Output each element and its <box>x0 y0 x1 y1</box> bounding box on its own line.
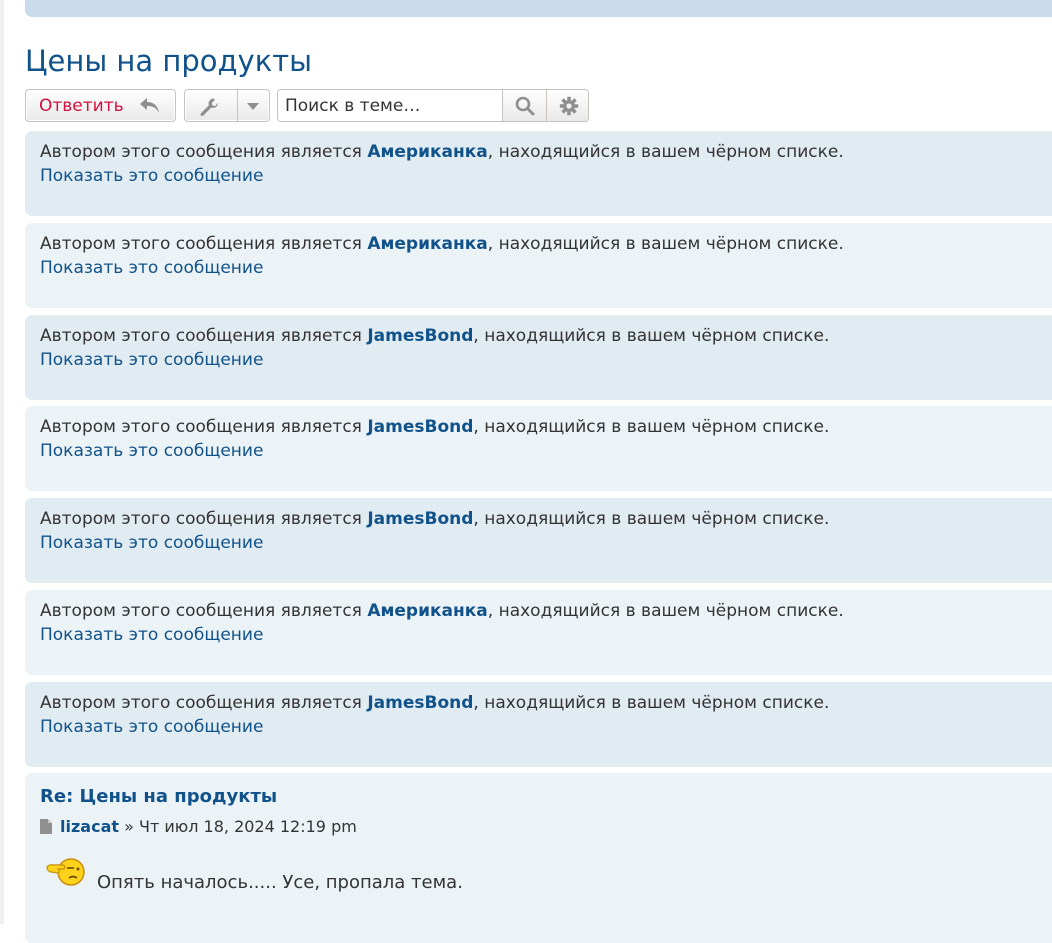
post-file-icon[interactable] <box>40 819 52 834</box>
gear-icon <box>559 96 579 116</box>
tools-divider <box>237 90 238 121</box>
blocked-post: Автором этого сообщения является JamesBo… <box>25 406 1052 491</box>
notice-prefix: Автором этого сообщения является <box>40 693 368 713</box>
meta-separator: » <box>119 817 139 836</box>
notice-suffix: , находящийся в вашем чёрном списке. <box>473 326 830 346</box>
blocked-post-notice: Автором этого сообщения является Америка… <box>40 140 1050 164</box>
notice-prefix: Автором этого сообщения является <box>40 601 368 621</box>
facepalm-smiley-icon <box>46 858 85 886</box>
blocked-post: Автором этого сообщения является JamesBo… <box>25 315 1052 400</box>
post-title-link[interactable]: Re: Цены на продукты <box>40 786 277 807</box>
blocked-post: Автором этого сообщения является JamesBo… <box>25 498 1052 583</box>
reply-button[interactable]: Ответить <box>25 89 176 122</box>
notice-prefix: Автором этого сообщения является <box>40 142 368 162</box>
blocked-author-link[interactable]: JamesBond <box>367 693 473 713</box>
search-icon <box>515 96 535 116</box>
notice-prefix: Автором этого сообщения является <box>40 417 368 437</box>
show-post-link[interactable]: Показать это сообщение <box>40 348 263 372</box>
blocked-author-link[interactable]: JamesBond <box>367 509 473 529</box>
topic-search-input[interactable] <box>278 90 502 121</box>
advanced-search-button[interactable] <box>546 90 588 121</box>
reply-arrow-icon <box>140 98 159 113</box>
reply-button-label: Ответить <box>39 96 124 116</box>
topic-title[interactable]: Цены на продукты <box>25 44 312 78</box>
post-meta: lizacat » Чт июл 18, 2024 12:19 pm <box>40 817 357 836</box>
blocked-author-link[interactable]: Американка <box>367 142 487 162</box>
top-navigation-panel <box>25 0 1052 17</box>
page-left-border <box>0 0 4 924</box>
caret-down-icon[interactable] <box>247 103 259 110</box>
notice-prefix: Автором этого сообщения является <box>40 326 368 346</box>
blocked-post: Автором этого сообщения является Америка… <box>25 223 1052 308</box>
blocked-post-notice: Автором этого сообщения является JamesBo… <box>40 324 1050 348</box>
show-post-link[interactable]: Показать это сообщение <box>40 256 263 280</box>
topic-tools-button[interactable] <box>184 89 270 122</box>
show-post-link[interactable]: Показать это сообщение <box>40 715 263 739</box>
blocked-post-notice: Автором этого сообщения является JamesBo… <box>40 691 1050 715</box>
show-post-link[interactable]: Показать это сообщение <box>40 164 263 188</box>
notice-suffix: , находящийся в вашем чёрном списке. <box>473 693 830 713</box>
notice-prefix: Автором этого сообщения является <box>40 509 368 529</box>
blocked-author-link[interactable]: JamesBond <box>367 326 473 346</box>
blocked-author-link[interactable]: Американка <box>367 234 487 254</box>
show-post-link[interactable]: Показать это сообщение <box>40 531 263 555</box>
blocked-post-notice: Автором этого сообщения является Америка… <box>40 599 1050 623</box>
post-content: Опять началось..... Усе, пропала тема. <box>97 872 463 893</box>
blocked-author-link[interactable]: Американка <box>367 601 487 621</box>
notice-suffix: , находящийся в вашем чёрном списке. <box>473 417 830 437</box>
blocked-author-link[interactable]: JamesBond <box>367 417 473 437</box>
show-post-link[interactable]: Показать это сообщение <box>40 623 263 647</box>
notice-suffix: , находящийся в вашем чёрном списке. <box>487 234 844 254</box>
blocked-post-notice: Автором этого сообщения является JamesBo… <box>40 415 1050 439</box>
notice-suffix: , находящийся в вашем чёрном списке. <box>487 142 844 162</box>
notice-prefix: Автором этого сообщения является <box>40 234 368 254</box>
blocked-post: Автором этого сообщения является Америка… <box>25 131 1052 216</box>
blocked-post: Автором этого сообщения является JamesBo… <box>25 682 1052 767</box>
show-post-link[interactable]: Показать это сообщение <box>40 439 263 463</box>
blocked-post-notice: Автором этого сообщения является JamesBo… <box>40 507 1050 531</box>
reply-post: Re: Цены на продукты lizacat » Чт июл 18… <box>25 773 1052 943</box>
blocked-post: Автором этого сообщения является Америка… <box>25 590 1052 675</box>
search-button[interactable] <box>502 90 546 121</box>
blocked-post-notice: Автором этого сообщения является Америка… <box>40 232 1050 256</box>
wrench-icon <box>200 98 218 116</box>
topic-search-box <box>277 89 589 122</box>
notice-suffix: , находящийся в вашем чёрном списке. <box>473 509 830 529</box>
post-date: Чт июл 18, 2024 12:19 pm <box>138 817 357 836</box>
post-author-link[interactable]: lizacat <box>60 817 119 836</box>
notice-suffix: , находящийся в вашем чёрном списке. <box>487 601 844 621</box>
